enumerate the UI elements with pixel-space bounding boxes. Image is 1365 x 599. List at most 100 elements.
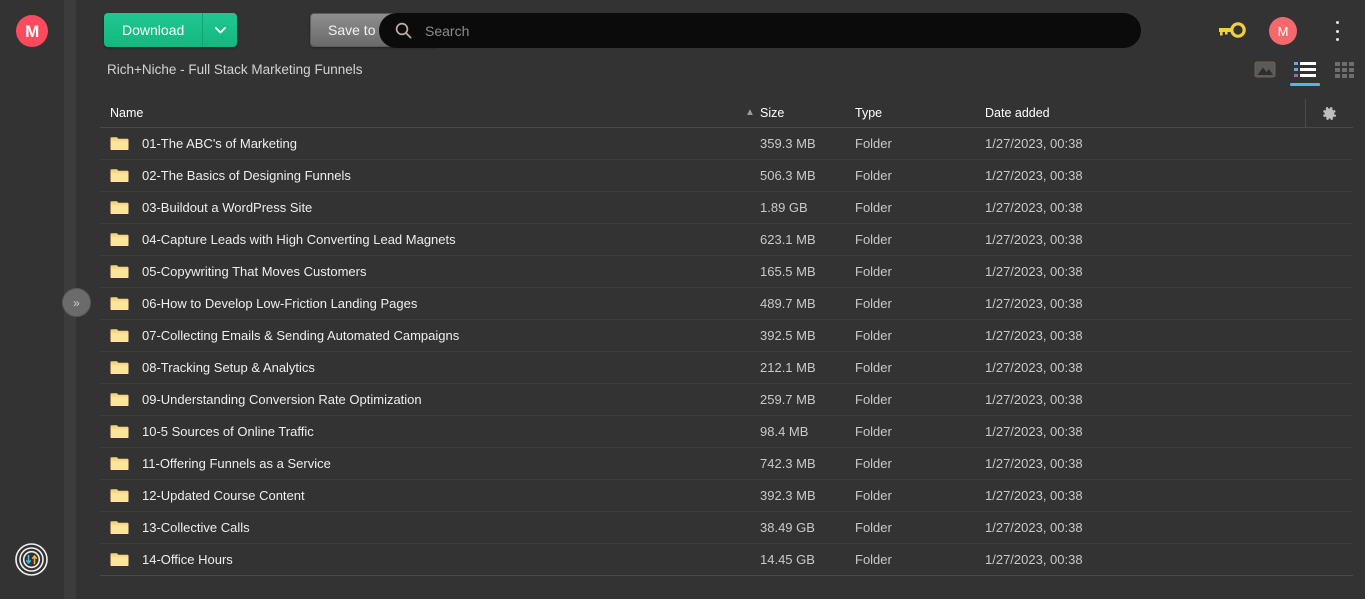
row-date-cell: 1/27/2023, 00:38	[985, 488, 1083, 503]
view-toggle-group	[1254, 60, 1356, 86]
row-size-cell: 392.3 MB	[760, 488, 816, 503]
column-header-type[interactable]: Type	[855, 106, 985, 120]
row-type-cell: Folder	[855, 264, 892, 279]
table-header-row: Name ▲ Size Type Date added	[100, 99, 1353, 128]
row-name-cell[interactable]: 14-Office Hours	[100, 552, 760, 567]
row-size-cell: 392.5 MB	[760, 328, 816, 343]
row-name-cell[interactable]: 11-Offering Funnels as a Service	[100, 456, 760, 471]
table-row[interactable]: 02-The Basics of Designing Funnels 506.3 …	[100, 160, 1353, 192]
list-view-toggle[interactable]	[1290, 60, 1320, 86]
table-row[interactable]: 06-How to Develop Low-Friction Landing P…	[100, 288, 1353, 320]
row-name-cell[interactable]: 13-Collective Calls	[100, 520, 760, 535]
row-name-cell[interactable]: 12-Updated Course Content	[100, 488, 760, 503]
image-icon	[1254, 61, 1276, 78]
table-row[interactable]: 08-Tracking Setup & Analytics 212.1 MB Fol…	[100, 352, 1353, 384]
column-header-size[interactable]: Size	[760, 106, 855, 120]
folder-icon	[110, 361, 129, 374]
row-date-cell: 1/27/2023, 00:38	[985, 232, 1083, 247]
row-name-label: 11-Offering Funnels as a Service	[142, 456, 331, 471]
file-table: Name ▲ Size Type Date added 01-The ABC's…	[100, 99, 1353, 576]
download-dropdown-button[interactable]	[203, 13, 238, 47]
table-settings-button[interactable]	[1305, 99, 1353, 128]
row-size-cell: 742.3 MB	[760, 456, 816, 471]
row-type-cell: Folder	[855, 136, 892, 151]
media-view-toggle[interactable]	[1254, 60, 1276, 86]
avatar[interactable]: M	[1269, 17, 1297, 45]
row-date-cell: 1/27/2023, 00:38	[985, 168, 1083, 183]
row-name-cell[interactable]: 06-How to Develop Low-Friction Landing P…	[100, 296, 760, 311]
column-header-name[interactable]: Name ▲	[100, 106, 760, 120]
download-button-group[interactable]: Download	[104, 13, 238, 47]
table-row[interactable]: 03-Buildout a WordPress Site 1.89 GB Folde…	[100, 192, 1353, 224]
column-header-size-label: Size	[760, 106, 785, 120]
row-name-label: 03-Buildout a WordPress Site	[142, 200, 313, 215]
table-bottom-divider	[100, 575, 1353, 576]
row-size-cell: 1.89 GB	[760, 200, 808, 215]
row-type-cell: Folder	[855, 488, 892, 503]
row-name-cell[interactable]: 02-The Basics of Designing Funnels	[100, 168, 760, 183]
folder-icon	[110, 297, 129, 310]
row-name-cell[interactable]: 08-Tracking Setup & Analytics	[100, 360, 760, 375]
row-type-cell: Folder	[855, 456, 892, 471]
sidebar-expand-handle[interactable]: »	[63, 289, 90, 316]
table-row[interactable]: 04-Capture Leads with High Converting Le…	[100, 224, 1353, 256]
row-size-cell: 38.49 GB	[760, 520, 815, 535]
table-row[interactable]: 07-Collecting Emails & Sending Automated…	[100, 320, 1353, 352]
column-header-date-label: Date added	[985, 106, 1050, 120]
folder-icon	[110, 457, 129, 470]
column-header-date-added[interactable]: Date added	[985, 106, 1290, 120]
row-name-label: 14-Office Hours	[142, 552, 233, 567]
row-name-cell[interactable]: 03-Buildout a WordPress Site	[100, 200, 760, 215]
row-name-cell[interactable]: 05-Copywriting That Moves Customers	[100, 264, 760, 279]
row-name-label: 01-The ABC's of Marketing	[142, 136, 297, 151]
breadcrumb[interactable]: Rich+Niche - Full Stack Marketing Funnel…	[107, 62, 362, 77]
chevron-down-icon	[214, 26, 226, 33]
more-vertical-icon[interactable]	[1327, 18, 1347, 44]
row-date-cell: 1/27/2023, 00:38	[985, 136, 1083, 151]
row-type-cell: Folder	[855, 168, 892, 183]
kebab-dot	[1335, 29, 1339, 33]
row-size-cell: 506.3 MB	[760, 168, 816, 183]
row-date-cell: 1/27/2023, 00:38	[985, 424, 1083, 439]
row-name-cell[interactable]: 10-5 Sources of Online Traffic	[100, 424, 760, 439]
row-size-cell: 165.5 MB	[760, 264, 816, 279]
caret-up-icon: ▲	[745, 107, 755, 118]
transfer-status-icon[interactable]	[15, 543, 48, 576]
row-name-label: 13-Collective Calls	[142, 520, 250, 535]
row-type-cell: Folder	[855, 552, 892, 567]
table-row[interactable]: 09-Understanding Conversion Rate Optimiz…	[100, 384, 1353, 416]
mega-logo-icon[interactable]: M	[16, 15, 48, 47]
row-size-cell: 98.4 MB	[760, 424, 809, 439]
mega-logo-letter: M	[25, 21, 39, 41]
row-name-cell[interactable]: 04-Capture Leads with High Converting Le…	[100, 232, 760, 247]
row-name-label: 05-Copywriting That Moves Customers	[142, 264, 367, 279]
row-date-cell: 1/27/2023, 00:38	[985, 296, 1083, 311]
table-row[interactable]: 11-Offering Funnels as a Service 742.3 MB…	[100, 448, 1353, 480]
table-row[interactable]: 12-Updated Course Content 392.3 MB Folder 1…	[100, 480, 1353, 512]
avatar-letter: M	[1277, 23, 1289, 39]
search-bar[interactable]	[379, 13, 1141, 48]
row-name-cell[interactable]: 07-Collecting Emails & Sending Automated…	[100, 328, 760, 343]
folder-icon	[110, 489, 129, 502]
search-input[interactable]	[425, 14, 1085, 47]
folder-icon	[110, 553, 129, 566]
grid-view-toggle[interactable]	[1334, 60, 1356, 86]
table-row[interactable]: 01-The ABC's of Marketing 359.3 MB Folder 1…	[100, 128, 1353, 160]
table-row[interactable]: 13-Collective Calls 38.49 GB Folder 1/27/20…	[100, 512, 1353, 544]
row-name-label: 10-5 Sources of Online Traffic	[142, 424, 314, 439]
table-row[interactable]: 14-Office Hours 14.45 GB Folder 1/27/2023, …	[100, 544, 1353, 576]
folder-icon	[110, 393, 129, 406]
key-icon[interactable]	[1217, 20, 1247, 40]
row-type-cell: Folder	[855, 328, 892, 343]
search-icon	[395, 22, 412, 39]
list-icon	[1294, 62, 1316, 77]
row-name-cell[interactable]: 01-The ABC's of Marketing	[100, 136, 760, 151]
row-size-cell: 212.1 MB	[760, 360, 816, 375]
folder-icon	[110, 233, 129, 246]
table-row[interactable]: 05-Copywriting That Moves Customers 165.5…	[100, 256, 1353, 288]
row-type-cell: Folder	[855, 200, 892, 215]
table-row[interactable]: 10-5 Sources of Online Traffic 98.4 MB Fol…	[100, 416, 1353, 448]
download-button[interactable]: Download	[104, 13, 204, 47]
row-name-cell[interactable]: 09-Understanding Conversion Rate Optimiz…	[100, 392, 760, 407]
row-type-cell: Folder	[855, 392, 892, 407]
